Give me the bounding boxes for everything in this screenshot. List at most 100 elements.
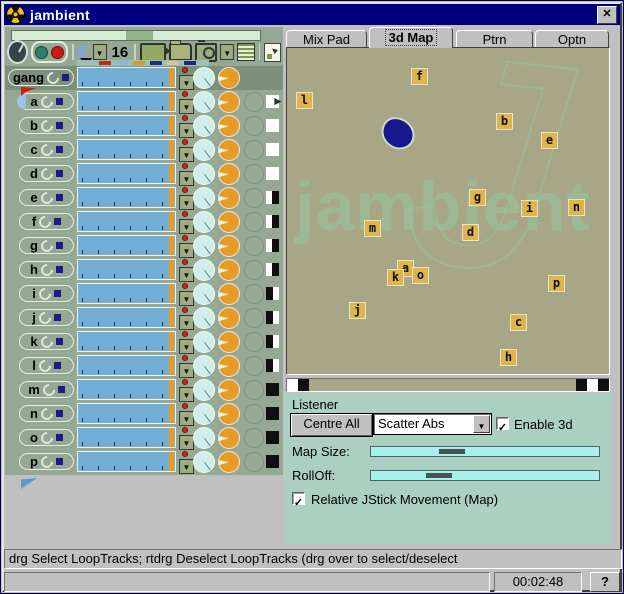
stop-button[interactable] [55,146,63,153]
stop-button[interactable] [55,122,63,129]
volume-knob[interactable] [218,259,240,281]
track-slider[interactable] [77,355,176,376]
map-tile-l[interactable]: l [296,92,313,109]
track-pill[interactable]: l [19,357,74,374]
loop-icon[interactable] [38,189,56,206]
track-dropdown[interactable] [179,435,194,450]
track-pill[interactable]: k [19,333,74,350]
state-square[interactable] [266,407,279,420]
track-dropdown[interactable] [179,147,194,162]
state-square[interactable] [266,143,279,156]
tab-mix-pad[interactable]: Mix Pad [286,30,367,48]
track-slider[interactable] [77,259,176,280]
pan-knob[interactable] [193,259,215,281]
stop-button[interactable] [54,218,62,225]
track-slider[interactable] [77,283,176,304]
map-tile-f[interactable]: f [411,68,428,85]
track-slider[interactable] [77,451,176,472]
volume-knob[interactable] [218,187,240,209]
map-size-handle[interactable] [439,449,466,454]
track-pill[interactable]: n [19,405,74,422]
pan-knob[interactable] [193,355,215,377]
track-pill[interactable]: a [17,93,74,110]
track-slider[interactable] [77,91,176,112]
mute-ring[interactable] [244,260,264,280]
loop-icon[interactable] [38,165,56,182]
volume-knob[interactable] [218,91,240,113]
stop-button[interactable] [55,434,63,441]
loop-icon[interactable] [44,69,62,86]
track-dropdown[interactable] [179,459,194,474]
map-tile-j[interactable]: j [349,302,366,319]
moon-dropdown[interactable] [92,44,107,60]
map-tile-o[interactable]: o [412,267,429,284]
slider-thumb[interactable] [169,452,174,471]
pan-knob[interactable] [193,307,215,329]
track-slider[interactable] [77,187,176,208]
track-dropdown[interactable] [179,411,194,426]
track-pill[interactable]: o [19,429,74,446]
map-tile-g[interactable]: g [469,189,486,206]
mute-ring[interactable] [244,236,264,256]
pan-knob[interactable] [193,211,215,233]
pan-knob[interactable] [193,451,215,473]
pan-knob[interactable] [193,91,215,113]
rolloff-handle[interactable] [425,473,452,478]
map-tile-i[interactable]: i [521,200,538,217]
stop-button[interactable] [55,98,63,105]
state-square[interactable] [266,383,279,396]
state-square[interactable] [266,431,279,444]
slider-thumb[interactable] [169,284,174,303]
mute-ring[interactable] [244,116,264,136]
track-slider[interactable] [77,403,176,424]
tab-3d-map[interactable]: 3d Map [369,27,453,48]
loop-icon[interactable] [38,453,56,470]
track-slider[interactable] [77,379,176,400]
track-dropdown[interactable] [179,75,194,90]
loop-icon[interactable] [38,141,56,158]
strip-handle-white[interactable] [587,379,598,391]
state-square[interactable] [266,287,279,300]
volume-knob[interactable] [218,235,240,257]
map-scroll-strip[interactable] [286,378,610,392]
video-icon[interactable] [139,42,172,62]
state-square[interactable] [266,119,279,132]
slider-thumb[interactable] [169,332,174,351]
state-square[interactable] [266,239,279,252]
loop-icon[interactable] [40,381,58,398]
state-square[interactable] [266,215,279,228]
map-tile-k[interactable]: k [387,269,404,286]
close-button[interactable]: ✕ [597,6,617,24]
list-icon[interactable] [237,43,255,61]
mute-ring[interactable] [244,284,264,304]
slider-thumb[interactable] [169,260,174,279]
title-bar[interactable]: jambient ✕ [4,4,620,25]
slider-thumb[interactable] [169,308,174,327]
map-tile-n[interactable]: n [568,199,585,216]
centre-all-button[interactable]: Centre All [290,413,373,437]
stop-button[interactable] [53,314,61,321]
volume-knob[interactable] [218,307,240,329]
slider-thumb[interactable] [169,68,174,87]
scatter-mode-select[interactable]: Scatter Abs [373,413,492,435]
stop-button[interactable] [55,194,63,201]
mute-ring[interactable] [244,164,264,184]
rolloff-slider[interactable] [370,470,600,481]
slider-thumb[interactable] [169,188,174,207]
track-pill[interactable]: g [19,237,74,254]
track-pill[interactable]: h [19,261,74,278]
volume-knob[interactable] [218,139,240,161]
volume-knob[interactable] [218,331,240,353]
stop-button[interactable] [55,410,63,417]
volume-knob[interactable] [218,403,240,425]
track-pill[interactable]: b [19,117,74,134]
open-folder-icon[interactable] [169,40,193,61]
transport-group[interactable] [31,41,68,63]
loop-icon[interactable] [36,285,54,302]
stop-button[interactable] [55,170,63,177]
track-dropdown[interactable] [179,339,194,354]
map-tile-d[interactable]: d [462,224,479,241]
track-slider[interactable] [77,235,176,256]
slider-thumb[interactable] [169,116,174,135]
slider-thumb[interactable] [169,428,174,447]
